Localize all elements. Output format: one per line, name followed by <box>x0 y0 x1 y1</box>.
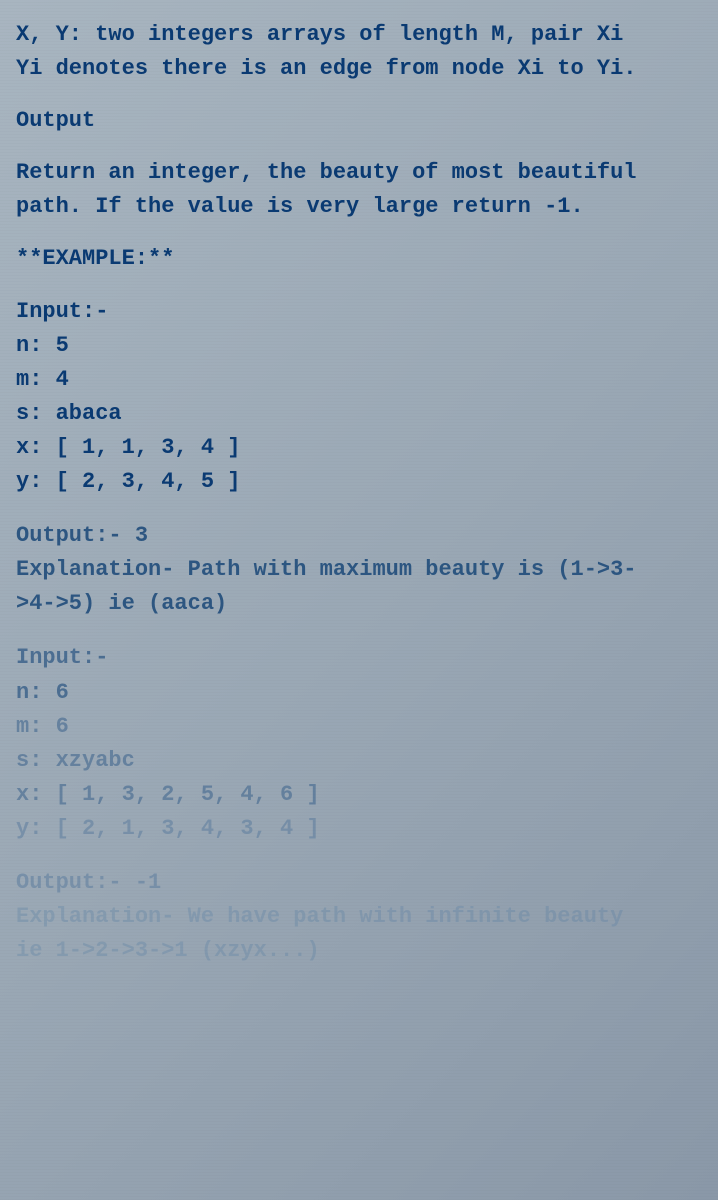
ex1-exp-2: >4->5) ie (aaca) <box>16 587 702 621</box>
ex1-output: Output:- 3 <box>16 519 702 553</box>
ex2-m: m: 6 <box>16 710 702 744</box>
intro-line-1: X, Y: two integers arrays of length M, p… <box>16 18 702 52</box>
ex1-input-label: Input:- <box>16 295 702 329</box>
output-heading: Output <box>16 104 702 138</box>
output-desc-2: path. If the value is very large return … <box>16 190 702 224</box>
ex2-exp-1: Explanation- We have path with infinite … <box>16 900 702 934</box>
example-2-output: Output:- -1 Explanation- We have path wi… <box>16 866 702 968</box>
document-content: X, Y: two integers arrays of length M, p… <box>16 18 702 968</box>
ex1-m: m: 4 <box>16 363 702 397</box>
ex2-output: Output:- -1 <box>16 866 702 900</box>
ex1-exp-1: Explanation- Path with maximum beauty is… <box>16 553 702 587</box>
ex2-y: y: [ 2, 1, 3, 4, 3, 4 ] <box>16 812 702 846</box>
ex2-exp-2: ie 1->2->3->1 (xzyx...) <box>16 934 702 968</box>
ex2-s: s: xzyabc <box>16 744 702 778</box>
ex1-s: s: abaca <box>16 397 702 431</box>
intro-paragraph: X, Y: two integers arrays of length M, p… <box>16 18 702 86</box>
intro-line-2: Yi denotes there is an edge from node Xi… <box>16 52 702 86</box>
ex2-x: x: [ 1, 3, 2, 5, 4, 6 ] <box>16 778 702 812</box>
ex1-n: n: 5 <box>16 329 702 363</box>
output-description: Return an integer, the beauty of most be… <box>16 156 702 224</box>
example-1-input: Input:- n: 5 m: 4 s: abaca x: [ 1, 1, 3,… <box>16 295 702 500</box>
example-2-input: Input:- n: 6 m: 6 s: xzyabc x: [ 1, 3, 2… <box>16 641 702 846</box>
ex1-x: x: [ 1, 1, 3, 4 ] <box>16 431 702 465</box>
example-heading: **EXAMPLE:** <box>16 242 702 276</box>
example-1-output: Output:- 3 Explanation- Path with maximu… <box>16 519 702 621</box>
ex2-n: n: 6 <box>16 676 702 710</box>
output-desc-1: Return an integer, the beauty of most be… <box>16 156 702 190</box>
ex1-y: y: [ 2, 3, 4, 5 ] <box>16 465 702 499</box>
ex2-input-label: Input:- <box>16 641 702 675</box>
